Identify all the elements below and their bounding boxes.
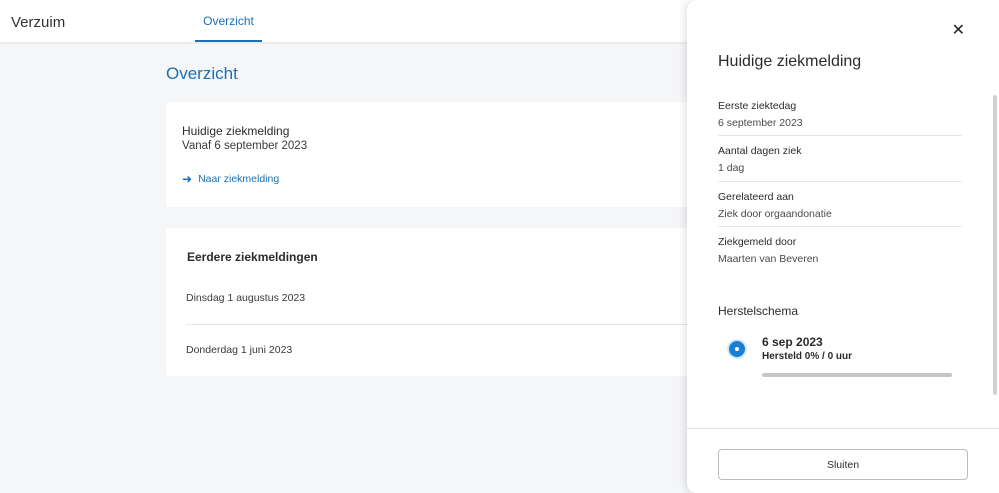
field-reported-by: Ziekgemeld door Maarten van Beveren bbox=[718, 236, 962, 265]
close-icon[interactable]: ✕ bbox=[952, 20, 965, 40]
recovery-progress-bar bbox=[762, 373, 952, 377]
timeline-dot-icon bbox=[729, 341, 745, 357]
previous-sick-reports-card: Eerdere ziekmeldingen Dinsdag 1 augustus… bbox=[166, 228, 706, 376]
field-days-sick: Aantal dagen ziek 1 dag bbox=[718, 145, 962, 174]
tab-label: Overzicht bbox=[203, 14, 254, 28]
divider bbox=[718, 226, 962, 227]
divider bbox=[687, 428, 999, 429]
recovery-entry-date: 6 sep 2023 bbox=[762, 335, 823, 349]
field-label: Ziekgemeld door bbox=[718, 236, 797, 248]
arrow-right-icon: ➜ bbox=[182, 172, 193, 186]
page-title: Overzicht bbox=[166, 64, 238, 83]
current-sick-report-card: Huidige ziekmelding Vanaf 6 september 20… bbox=[166, 102, 706, 207]
field-related-to: Gerelateerd aan Ziek door orgaandonatie bbox=[718, 191, 962, 220]
active-tab-indicator bbox=[195, 40, 262, 42]
field-value: Ziek door orgaandonatie bbox=[718, 208, 832, 220]
divider bbox=[186, 324, 706, 325]
recovery-entry-status: Hersteld 0% / 0 uur bbox=[762, 351, 853, 362]
card-title: Huidige ziekmelding bbox=[182, 124, 290, 138]
divider bbox=[718, 181, 962, 182]
field-label: Eerste ziektedag bbox=[718, 100, 797, 112]
field-label: Aantal dagen ziek bbox=[718, 145, 802, 157]
recovery-schedule-title: Herstelschema bbox=[718, 304, 799, 318]
list-item[interactable]: Donderdag 1 juni 2023 bbox=[186, 344, 706, 356]
tab-overzicht[interactable]: Overzicht bbox=[195, 0, 262, 42]
divider bbox=[718, 135, 962, 136]
card-subtitle: Vanaf 6 september 2023 bbox=[182, 140, 308, 152]
list-item[interactable]: Dinsdag 1 augustus 2023 bbox=[186, 292, 706, 304]
field-value: 1 dag bbox=[718, 162, 745, 174]
field-value: Maarten van Beveren bbox=[718, 253, 819, 265]
details-side-panel: ✕ Huidige ziekmelding Eerste ziektedag 6… bbox=[687, 0, 999, 493]
close-button[interactable]: Sluiten bbox=[718, 449, 968, 480]
card-title: Eerdere ziekmeldingen bbox=[187, 250, 318, 264]
field-first-sick-day: Eerste ziektedag 6 september 2023 bbox=[718, 100, 962, 129]
field-value: 6 september 2023 bbox=[718, 117, 803, 129]
field-label: Gerelateerd aan bbox=[718, 191, 794, 203]
app-title: Verzuim bbox=[11, 14, 66, 31]
to-sick-report-link[interactable]: ➜ Naar ziekmelding bbox=[182, 173, 279, 185]
link-label: Naar ziekmelding bbox=[198, 173, 280, 185]
panel-scrollbar[interactable] bbox=[993, 95, 997, 395]
panel-title: Huidige ziekmelding bbox=[718, 53, 862, 70]
